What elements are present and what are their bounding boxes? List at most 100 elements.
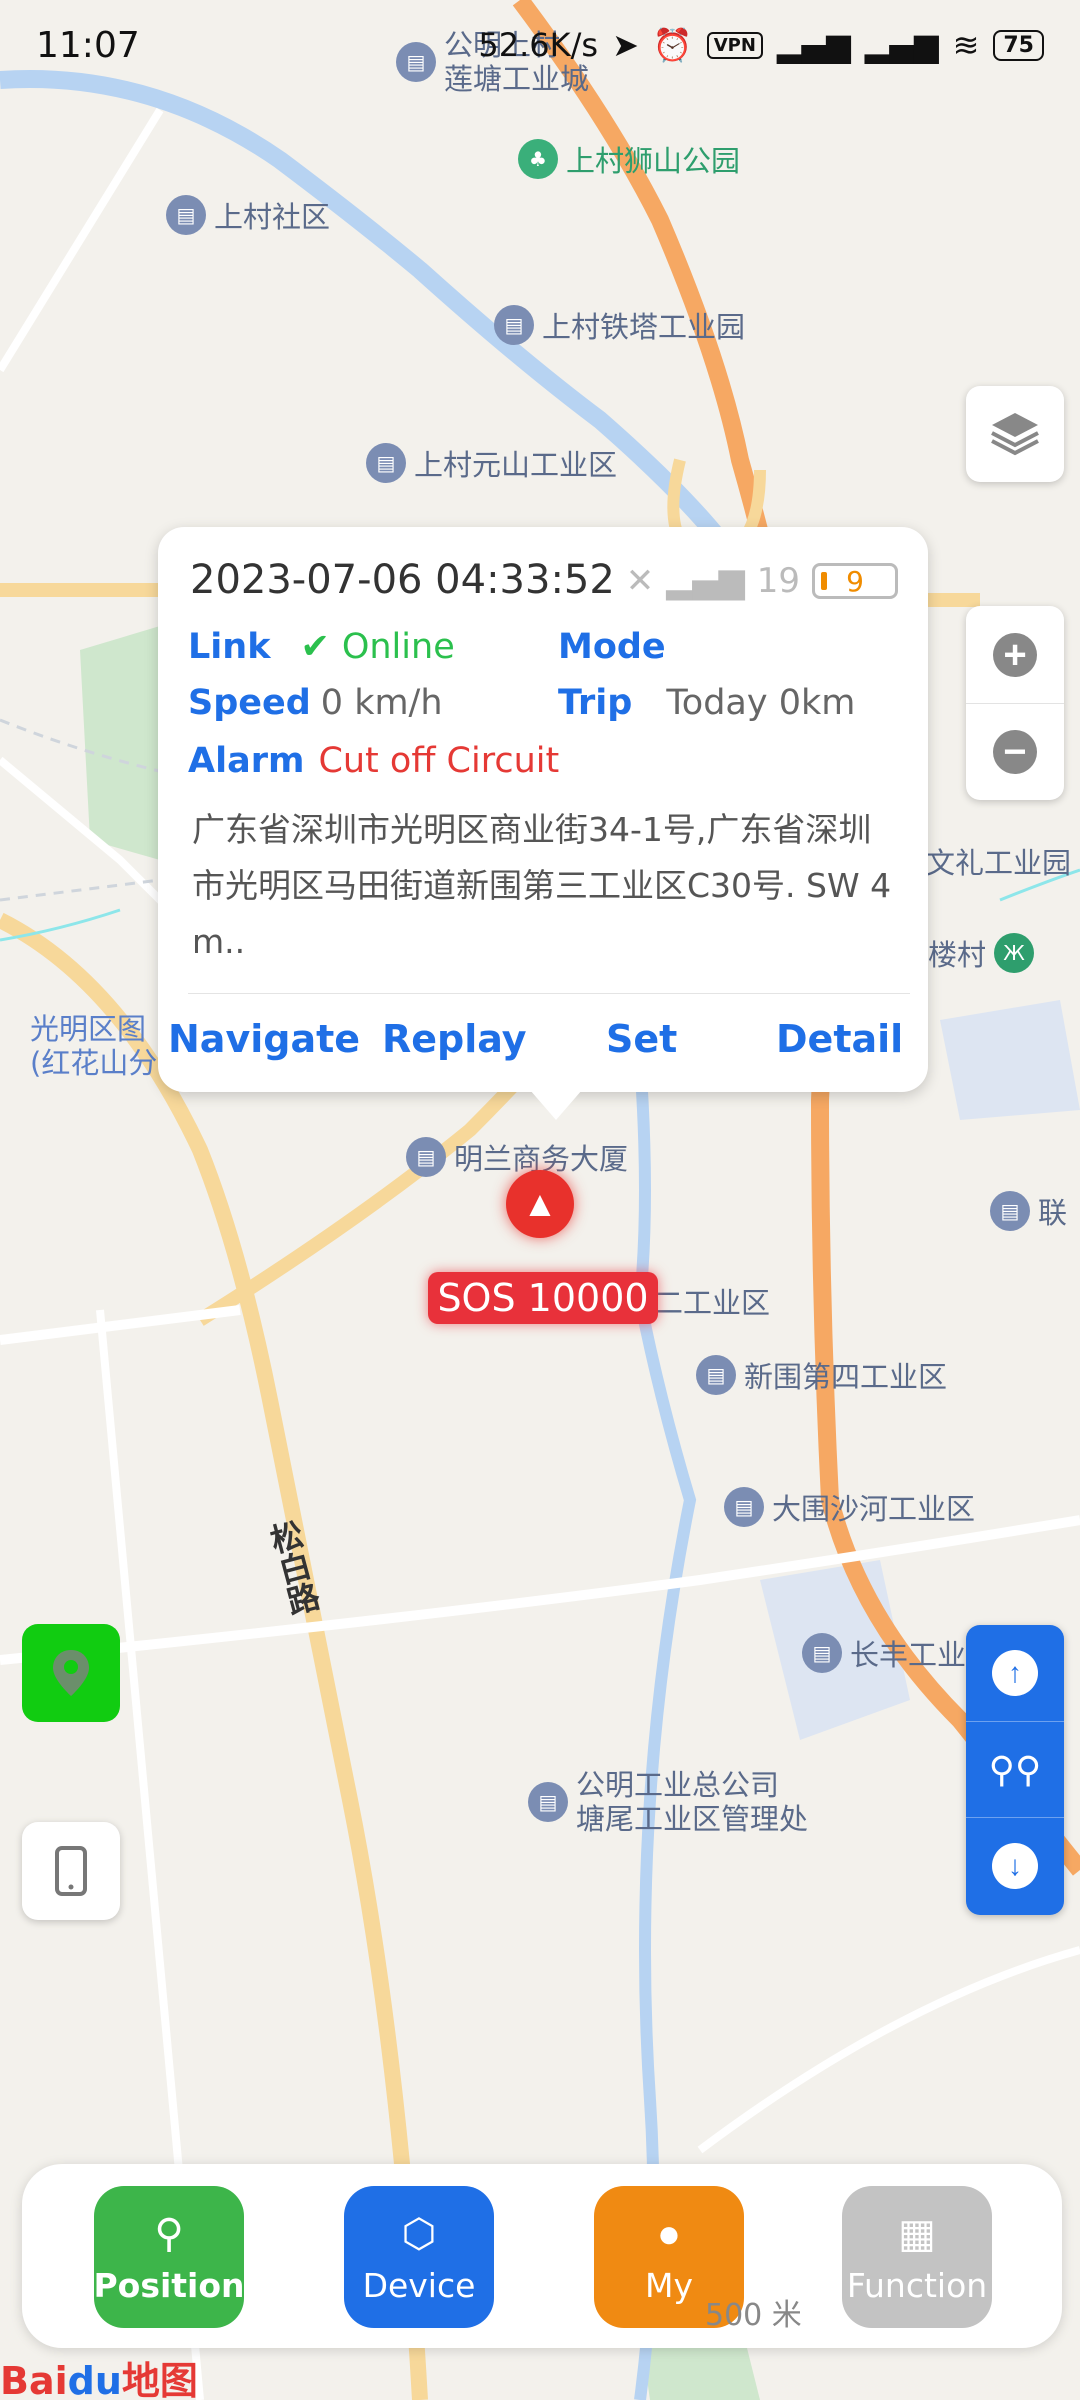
signal-icon-2: ▂▄▆ (864, 26, 939, 64)
all-devices-button[interactable]: ⚲⚲ (966, 1721, 1064, 1817)
poi-dawei[interactable]: ▤ 大围沙河工业区 (724, 1486, 975, 1528)
poi-label: 二工业区 (654, 1286, 771, 1320)
metro-icon: Ж (994, 933, 1035, 973)
phone-view-button[interactable] (22, 1822, 120, 1920)
poi-label: 光明区图 (红花山分 (30, 1012, 158, 1080)
device-info-card: 2023-07-06 04:33:52 ✕ ▂▄▆ 19 9 Link ✔ On… (158, 527, 928, 1120)
set-button[interactable]: Set (606, 1017, 677, 1061)
poi-changfeng[interactable]: ▤ 长丰工业 (802, 1632, 966, 1674)
layers-button[interactable] (966, 386, 1064, 482)
poi-label: 上村社区 (214, 200, 331, 234)
trip-row: Trip Today 0km (558, 683, 855, 723)
poi-tieta[interactable]: ▤ 上村铁塔工业园 (494, 304, 745, 346)
link-value: Online (341, 627, 455, 667)
device-switch-controls: ↑ ⚲⚲ ↓ (966, 1625, 1064, 1915)
location-pin-icon (53, 1650, 89, 1696)
location-arrow-icon: ➤ (612, 26, 639, 64)
device-battery: 9 (812, 563, 898, 599)
poi-er-gongye[interactable]: 二工业区 (654, 1280, 770, 1322)
device-address: 广东省深圳市光明区商业街34-1号,广东省深圳市光明区马田街道新围第三工业区C3… (192, 810, 892, 961)
poi-label: 大围沙河工业区 (772, 1492, 976, 1526)
poi-loucun-metro[interactable]: 楼村 Ж (928, 932, 1035, 974)
replay-button[interactable]: Replay (382, 1017, 527, 1061)
poi-label: 楼村 (928, 938, 987, 972)
bottom-nav: ⚲ Position ⬡ Device ● My ▦ Function (22, 2164, 1062, 2348)
building-icon: ▤ (494, 305, 534, 345)
cell-signal-icon: ▂▄▆ (666, 561, 745, 601)
tab-label: Function (846, 2265, 988, 2305)
poi-gongming-zong[interactable]: ▤ 公明工业总公司 塘尾工业区管理处 (528, 1768, 808, 1836)
card-datetime: 2023-07-06 04:33:52 (190, 557, 615, 603)
arrow-up-icon: ↑ (992, 1650, 1038, 1696)
zoom-in-button[interactable]: + (966, 606, 1064, 703)
alarm-row: Alarm Cut off Circuit (188, 741, 559, 781)
grid-icon: ▦ (898, 2211, 936, 2256)
poi-label: 上村铁塔工业园 (542, 310, 746, 344)
navigate-button[interactable]: Navigate (168, 1017, 360, 1061)
alarm-value: Cut off Circuit (318, 741, 560, 781)
card-status-icons: ✕ ▂▄▆ 19 9 (626, 561, 898, 601)
person-icon: ● (656, 2211, 682, 2256)
status-time: 11:07 (36, 24, 140, 66)
plus-icon: + (993, 632, 1037, 677)
tab-function[interactable]: ▦ Function (842, 2186, 992, 2328)
device-marker[interactable]: ▲ (506, 1170, 574, 1238)
network-speed: 52.6K/s (478, 26, 599, 64)
building-icon: ▤ (366, 443, 406, 483)
location-pin-icon: ⚲ (154, 2211, 184, 2256)
speed-label: Speed (188, 683, 311, 723)
tab-position[interactable]: ⚲ Position (93, 2186, 245, 2328)
building-icon: ▤ (406, 1137, 446, 1177)
poi-shangcun[interactable]: ▤ 上村社区 (166, 194, 330, 236)
next-device-button[interactable]: ↓ (966, 1817, 1064, 1913)
link-row: Link ✔ Online (188, 627, 455, 667)
poi-library[interactable]: 光明区图 (红花山分 (30, 1012, 157, 1080)
poi-label: 长丰工业 (850, 1638, 967, 1672)
poi-label: 公明工业总公司 塘尾工业区管理处 (576, 1768, 809, 1836)
park-icon: ♣ (518, 139, 558, 179)
arrow-down-icon: ↓ (992, 1842, 1038, 1889)
battery-indicator: 75 (993, 29, 1044, 61)
previous-device-button[interactable]: ↑ (966, 1625, 1064, 1721)
link-label: Link (188, 627, 271, 667)
layers-icon (991, 413, 1039, 456)
check-icon: ✔ (300, 627, 330, 667)
card-divider (188, 993, 910, 994)
building-icon: ▤ (802, 1633, 842, 1673)
direction-arrow-icon: ▲ (522, 1183, 558, 1224)
speed-row: Speed 0 km/h (188, 683, 443, 723)
poi-xinwei-4[interactable]: ▤ 新围第四工业区 (696, 1354, 947, 1396)
trip-label: Trip (558, 683, 633, 723)
alarm-label: Alarm (188, 741, 305, 781)
multi-location-icon: ⚲⚲ (988, 1748, 1042, 1790)
status-bar: 11:07 52.6K/s ➤ ⏰ VPN ▂▄▆ ▂▄▆ ≋ 75 (0, 0, 1080, 90)
device-battery-value: 9 (846, 564, 864, 598)
poi-label: 联 (1038, 1196, 1068, 1230)
baidu-logo-suffix: 地图 (121, 2359, 198, 2400)
baidu-logo-du: du (67, 2359, 122, 2400)
wifi-icon: ≋ (952, 26, 980, 64)
poi-lian[interactable]: ▤ 联 (990, 1190, 1067, 1232)
poi-label: 新围第四工业区 (744, 1360, 948, 1394)
mode-label: Mode (558, 627, 666, 667)
building-icon: ▤ (990, 1191, 1030, 1231)
poi-minglan[interactable]: ▤ 明兰商务大厦 (406, 1136, 628, 1178)
detail-button[interactable]: Detail (776, 1017, 903, 1061)
trip-value: Today 0km (666, 683, 856, 723)
building-icon: ▤ (696, 1355, 736, 1395)
tab-device[interactable]: ⬡ Device (344, 2186, 494, 2328)
tab-label: My (644, 2265, 693, 2305)
map-scale: 500 米 (705, 2298, 802, 2333)
poi-wenli[interactable]: 文礼工业园 (926, 840, 1071, 882)
signal-icon: ▂▄▆ (776, 26, 851, 64)
tracking-toggle-button[interactable] (22, 1624, 120, 1722)
baidu-logo-bai: Bai (0, 2359, 68, 2400)
signal-strength: 19 (756, 561, 800, 601)
poi-shishan-park[interactable]: ♣ 上村狮山公园 (518, 138, 740, 180)
alarm-clock-icon: ⏰ (652, 26, 693, 64)
poi-label: 上村元山工业区 (414, 448, 618, 482)
mode-row: Mode (558, 627, 666, 667)
zoom-out-button[interactable]: − (966, 703, 1064, 800)
poi-yuanshan[interactable]: ▤ 上村元山工业区 (366, 442, 617, 484)
sos-device-label[interactable]: SOS 10000 (428, 1272, 658, 1324)
